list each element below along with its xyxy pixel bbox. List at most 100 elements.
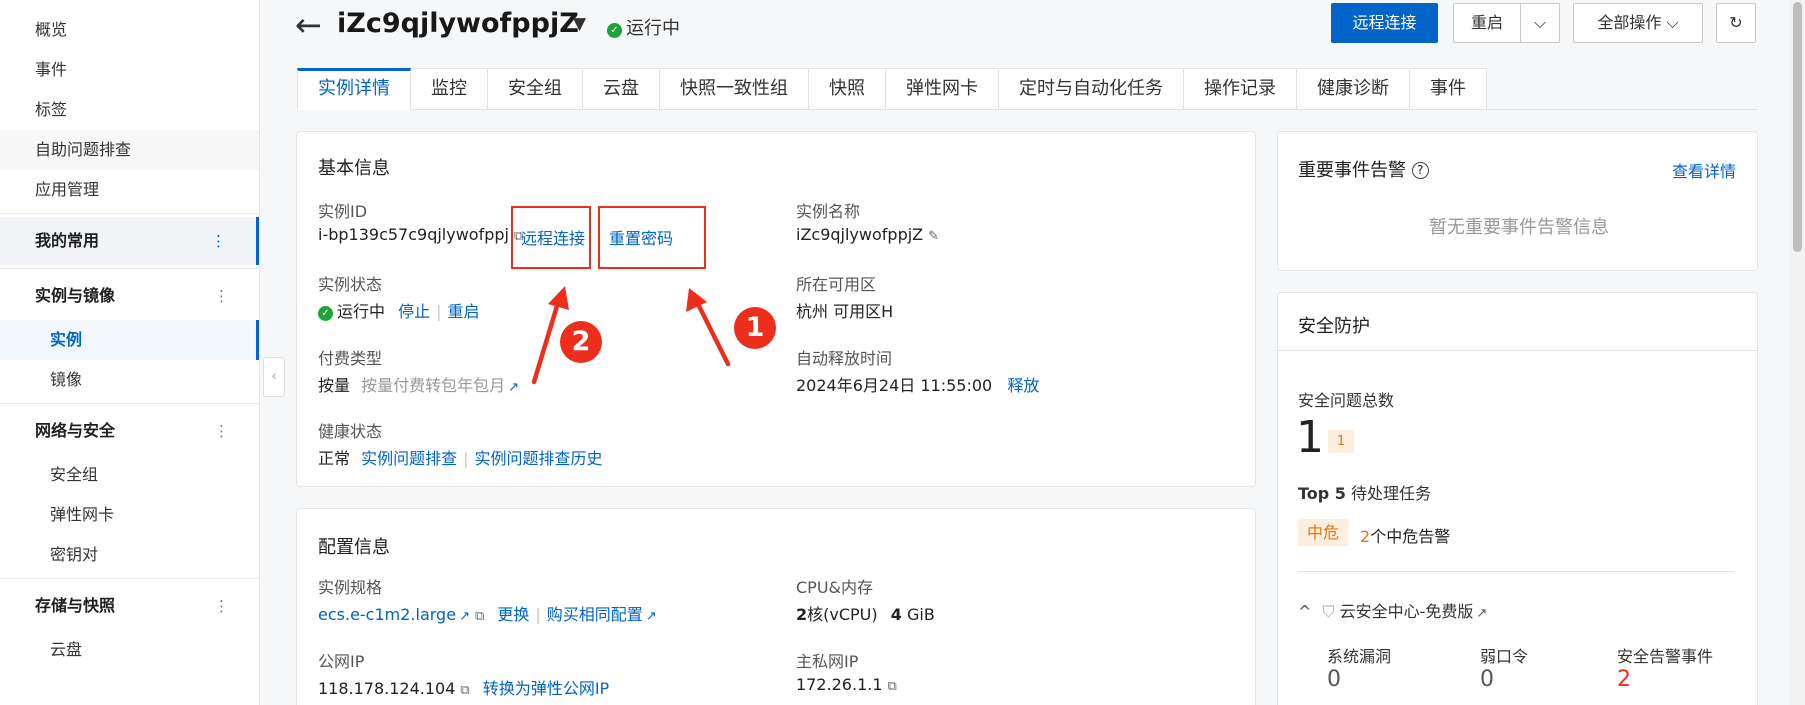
nav-images[interactable]: 镜像 <box>0 360 259 400</box>
copy-icon[interactable]: ⧉ <box>888 679 897 694</box>
copy-icon[interactable]: ⧉ <box>475 609 484 624</box>
copy-icon[interactable]: ⧉ <box>460 683 469 698</box>
medium-risk-text[interactable]: 2个中危告警 <box>1360 523 1450 547</box>
instance-name-value: iZc9qjlywofppjZ ✎ <box>796 225 939 244</box>
public-ip-label: 公网IP <box>318 652 365 671</box>
troubleshoot-history-link[interactable]: 实例问题排查历史 <box>475 449 603 468</box>
zone-value: 杭州 可用区H <box>796 302 894 321</box>
security-center-label: 云安全中心-免费版 <box>1339 602 1474 621</box>
check-circle-icon: ✓ <box>318 306 333 321</box>
cpu-unit: 核(vCPU) <box>807 605 878 624</box>
remote-connect-button[interactable]: 远程连接 <box>1331 3 1438 43</box>
scrollbar-thumb[interactable] <box>1793 2 1802 252</box>
nav-disks[interactable]: 云盘 <box>0 630 259 670</box>
nav-instances[interactable]: 实例 <box>0 320 259 360</box>
nav-tags[interactable]: 标签 <box>0 90 259 130</box>
refresh-icon[interactable]: ↻ <box>1716 3 1756 43</box>
security-events-value[interactable]: 2 <box>1617 667 1631 692</box>
weak-password-value[interactable]: 0 <box>1480 667 1494 692</box>
convert-eip-link[interactable]: 转换为弹性公网IP <box>483 679 609 698</box>
instance-type-link[interactable]: ecs.e-c1m2.large <box>318 605 456 624</box>
nav-group-label: 网络与安全 <box>35 421 116 440</box>
auto-release-text: 2024年6月24日 11:55:00 <box>796 376 993 395</box>
external-link-icon[interactable]: ↗ <box>508 380 519 395</box>
tab-health-diagnosis[interactable]: 健康诊断 <box>1297 68 1410 110</box>
total-issues-label: 安全问题总数 <box>1298 391 1395 410</box>
external-link-icon[interactable]: ↗ <box>1476 606 1487 621</box>
release-link[interactable]: 释放 <box>1007 376 1039 395</box>
more-icon[interactable]: ⋮ <box>214 407 229 455</box>
tab-eni[interactable]: 弹性网卡 <box>886 68 999 110</box>
tab-security-groups[interactable]: 安全组 <box>488 68 583 110</box>
nav-group-network-security[interactable]: 网络与安全 ⋮ <box>0 407 259 455</box>
status-badge: ✓ 运行中 <box>607 14 680 40</box>
security-center-row[interactable]: ^ ⛉ 云安全中心-免费版 ↗ <box>1298 598 1487 622</box>
tab-scheduled-tasks[interactable]: 定时与自动化任务 <box>999 68 1184 110</box>
help-icon[interactable]: ? <box>1411 162 1429 179</box>
state-text: 运行中 <box>337 302 386 321</box>
stop-link[interactable]: 停止 <box>398 302 430 321</box>
page-title: iZc9qjlywofppjZ <box>337 8 579 39</box>
nav-group-instances-images[interactable]: 实例与镜像 ⋮ <box>0 272 259 320</box>
buy-same-config-link[interactable]: 购买相同配置 <box>547 605 643 624</box>
more-icon[interactable]: ⋮ <box>211 217 226 265</box>
event-alerts-card <box>1277 131 1758 271</box>
system-vuln-label: 系统漏洞 <box>1327 647 1392 666</box>
change-type-link[interactable]: 更换 <box>497 605 529 624</box>
divider <box>1278 350 1757 351</box>
config-info-title: 配置信息 <box>318 537 390 558</box>
top5-rest: 待处理任务 <box>1351 484 1432 503</box>
billing-type-value: 按量 按量付费转包年包月 ↗ <box>318 372 519 396</box>
top5-bold: Top 5 <box>1298 484 1346 503</box>
check-circle-icon: ✓ <box>607 23 622 38</box>
system-vuln-value[interactable]: 0 <box>1327 667 1341 692</box>
external-link-icon[interactable]: ↗ <box>646 609 657 624</box>
nav-my-common[interactable]: 我的常用 ⋮ <box>0 217 259 265</box>
security-title: 安全防护 <box>1298 316 1370 337</box>
nav-key-pairs[interactable]: 密钥对 <box>0 535 259 575</box>
tab-events[interactable]: 事件 <box>1410 68 1487 110</box>
restart-dropdown-button[interactable]: ⌵ <box>1520 3 1560 43</box>
auto-release-value: 2024年6月24日 11:55:00 释放 <box>796 372 1039 396</box>
private-ip-text: 172.26.1.1 <box>796 675 883 694</box>
scrollbar[interactable] <box>1790 0 1805 705</box>
edit-icon[interactable]: ✎ <box>928 229 939 244</box>
weak-password-label: 弱口令 <box>1480 647 1529 666</box>
nav-group-storage-snapshots[interactable]: 存储与快照 ⋮ <box>0 582 259 630</box>
cpu-memory-label: CPU&内存 <box>796 578 874 597</box>
tab-instance-details[interactable]: 实例详情 <box>297 68 411 110</box>
nav-overview[interactable]: 概览 <box>0 10 259 50</box>
more-icon[interactable]: ⋮ <box>214 582 229 630</box>
basic-info-title: 基本信息 <box>318 158 390 179</box>
restart-button[interactable]: 重启 <box>1453 3 1521 43</box>
public-ip-value: 118.178.124.104 ⧉ 转换为弹性公网IP <box>318 675 609 699</box>
tab-snapshot-consistency[interactable]: 快照一致性组 <box>660 68 809 110</box>
restart-link[interactable]: 重启 <box>448 302 480 321</box>
divider <box>1298 571 1734 572</box>
health-label: 健康状态 <box>318 422 383 441</box>
all-operations-button[interactable]: 全部操作 ⌵ <box>1573 3 1703 43</box>
tab-monitoring[interactable]: 监控 <box>411 68 488 110</box>
tab-operation-logs[interactable]: 操作记录 <box>1184 68 1297 110</box>
nav-app-management[interactable]: 应用管理 <box>0 170 259 210</box>
tab-disks[interactable]: 云盘 <box>583 68 660 110</box>
nav-events[interactable]: 事件 <box>0 50 259 90</box>
nav-my-common-label: 我的常用 <box>35 231 100 250</box>
memory-unit: GiB <box>906 605 935 624</box>
security-events-label: 安全告警事件 <box>1617 647 1714 666</box>
instance-id-label: 实例ID <box>318 202 368 221</box>
troubleshoot-link[interactable]: 实例问题排查 <box>361 449 457 468</box>
nav-eni[interactable]: 弹性网卡 <box>0 495 259 535</box>
convert-subscription-link[interactable]: 按量付费转包年包月 <box>361 376 505 395</box>
nav-self-troubleshoot[interactable]: 自助问题排查 <box>0 130 259 170</box>
collapse-sidebar-icon[interactable]: ‹ <box>263 357 285 397</box>
nav-security-groups[interactable]: 安全组 <box>0 455 259 495</box>
view-details-link[interactable]: 查看详情 <box>1672 158 1736 182</box>
chevron-down-icon[interactable]: ▼ <box>573 14 586 34</box>
external-link-icon[interactable]: ↗ <box>459 609 470 624</box>
back-arrow-icon[interactable]: ← <box>295 6 322 44</box>
nav-group-label: 存储与快照 <box>35 596 116 615</box>
more-icon[interactable]: ⋮ <box>214 272 229 320</box>
tab-snapshots[interactable]: 快照 <box>809 68 886 110</box>
chevron-up-icon[interactable]: ^ <box>1298 602 1311 621</box>
